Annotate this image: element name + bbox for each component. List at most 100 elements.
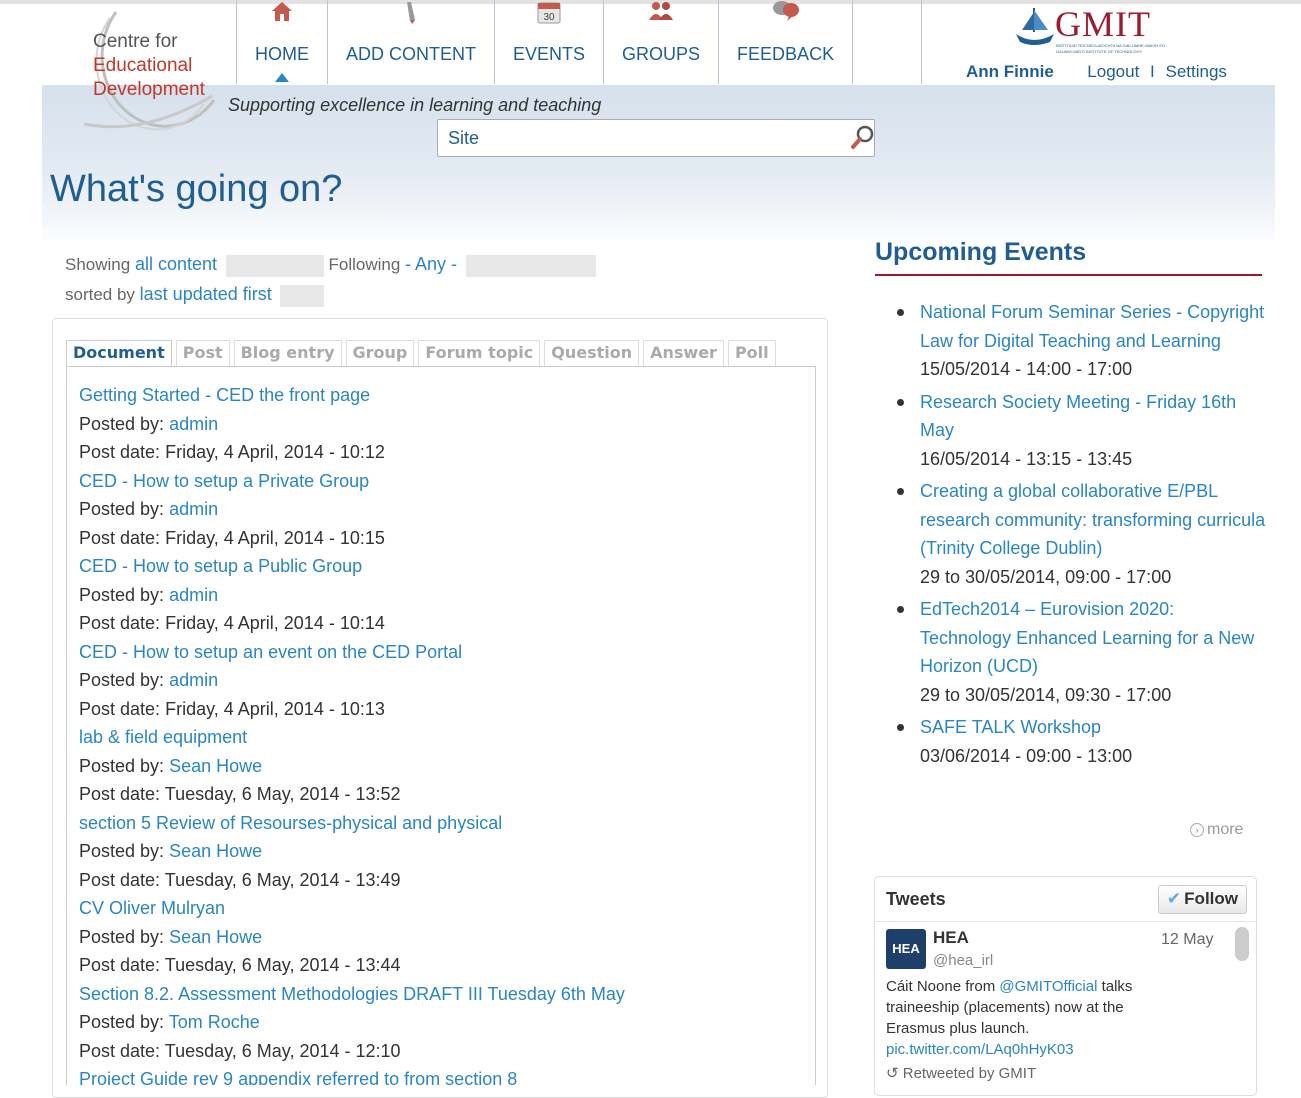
showing-label: Showing	[65, 255, 131, 274]
post-date-label: Post date:	[79, 527, 161, 548]
post-date: Friday, 4 April, 2014 - 10:15	[165, 527, 385, 548]
author-link[interactable]: admin	[169, 670, 218, 690]
tab-blog-entry[interactable]: Blog entry	[233, 340, 342, 367]
active-caret-icon	[275, 73, 289, 82]
user-name[interactable]: Ann Finnie	[966, 62, 1054, 81]
document-title-link[interactable]: lab & field equipment	[79, 727, 247, 747]
sort-order-select[interactable]	[280, 284, 325, 307]
tab-document[interactable]: Document	[66, 340, 172, 367]
tweet-text: Cáit Noone from @GMITOfficial talks trai…	[886, 976, 1186, 1060]
author-link[interactable]: admin	[169, 414, 218, 434]
header-band	[42, 85, 1275, 240]
gmit-logo[interactable]: GMIT INSTITIÚID TEICNEOLAÍOCHTA NA GAILL…	[1012, 4, 1212, 56]
author-link[interactable]: Sean Howe	[169, 927, 262, 947]
search-box	[437, 119, 875, 157]
tweet-author-handle[interactable]: @hea_irl	[933, 952, 993, 969]
nav-groups[interactable]: GROUPS	[603, 0, 718, 84]
document-title-link[interactable]: Section 8.2. Assessment Methodologies DR…	[79, 984, 625, 1004]
document-title-link[interactable]: CED - How to setup a Public Group	[79, 556, 362, 576]
settings-link[interactable]: Settings	[1166, 62, 1227, 81]
author-link[interactable]: admin	[169, 585, 218, 605]
event-item: Research Society Meeting - Friday 16th M…	[897, 388, 1267, 474]
event-title-link[interactable]: SAFE TALK Workshop	[920, 717, 1101, 737]
event-date: 15/05/2014 - 14:00 - 17:00	[920, 359, 1133, 379]
author-link[interactable]: Tom Roche	[169, 1012, 260, 1032]
site-tagline: Supporting excellence in learning and te…	[228, 95, 602, 115]
posted-by-label: Posted by:	[79, 499, 165, 519]
pencil-icon	[396, 0, 426, 30]
tab-question[interactable]: Question	[544, 340, 640, 367]
nav-feedback-label: FEEDBACK	[737, 44, 835, 64]
tab-answer[interactable]: Answer	[643, 340, 724, 367]
tab-poll[interactable]: Poll	[727, 340, 776, 367]
posted-by-label: Posted by:	[79, 413, 165, 434]
tweets-widget: Tweets ✔ Follow HEA HEA @hea_irl 12 May C…	[874, 876, 1257, 1096]
posted-by-label: Posted by:	[79, 670, 165, 690]
nav-home-label: HOME	[255, 44, 309, 64]
event-title-link[interactable]: Research Society Meeting - Friday 16th M…	[920, 392, 1236, 441]
sorted-label: sorted by	[65, 285, 135, 304]
bullet-icon	[897, 724, 904, 731]
event-item: SAFE TALK Workshop 03/06/2014 - 09:00 - …	[897, 713, 1267, 770]
document-title-link[interactable]: CED - How to setup an event on the CED P…	[79, 642, 462, 662]
follow-button[interactable]: ✔ Follow	[1157, 885, 1247, 914]
post-date: Tuesday, 6 May, 2014 - 13:49	[164, 869, 401, 890]
document-title-link[interactable]: CED - How to setup a Private Group	[79, 471, 369, 491]
event-title-link[interactable]: National Forum Seminar Series - Copyrigh…	[920, 302, 1264, 351]
document-title-link[interactable]: Project Guide rev 9 appendix referred to…	[79, 1069, 517, 1085]
upcoming-events-title: Upcoming Events	[875, 238, 1087, 266]
chevron-right-circle-icon: ›	[1190, 823, 1204, 837]
bullet-icon	[897, 398, 904, 406]
nav-add-content[interactable]: ADD CONTENT	[327, 0, 494, 84]
tweet-date[interactable]: 12 May	[1161, 931, 1213, 949]
event-item: EdTech2014 – Eurovision 2020: Technology…	[897, 595, 1267, 709]
event-date: 29 to 30/05/2014, 09:00 - 17:00	[920, 566, 1172, 587]
bullet-icon	[897, 309, 904, 316]
bullet-icon	[897, 606, 904, 613]
logout-link[interactable]: Logout	[1087, 62, 1139, 81]
showing-filter-select[interactable]	[225, 254, 324, 277]
event-date: 16/05/2014 - 13:15 - 13:45	[920, 448, 1133, 469]
document-title-link[interactable]: CV Oliver Mulryan	[79, 898, 225, 918]
post-date: Friday, 4 April, 2014 - 10:12	[165, 442, 385, 462]
document-list: Getting Started - CED the front page Pos…	[79, 381, 625, 1085]
more-events-link[interactable]: › more	[1190, 821, 1243, 839]
nav-divider	[921, 0, 922, 84]
author-link[interactable]: Sean Howe	[169, 756, 262, 776]
tab-post[interactable]: Post	[175, 340, 230, 367]
following-filter-link[interactable]: - Any -	[405, 254, 457, 274]
logo-line-2: Educational	[93, 55, 193, 76]
tweet-pic-link[interactable]: pic.twitter.com/LAq0hHyK03	[886, 1041, 1074, 1058]
tweets-header: Tweets	[886, 889, 946, 909]
event-title-link[interactable]: EdTech2014 – Eurovision 2020: Technology…	[920, 599, 1254, 676]
tab-forum-topic[interactable]: Forum topic	[418, 340, 541, 367]
document-title-link[interactable]: section 5 Review of Resourses-physical a…	[79, 813, 502, 833]
tab-group[interactable]: Group	[345, 340, 415, 367]
upcoming-events-rule	[875, 274, 1262, 276]
document-title-link[interactable]: Getting Started - CED the front page	[79, 385, 370, 405]
gmit-subtitle-english: GALWAY-MAYO INSTITUTE OF TECHNOLOGY	[1056, 49, 1143, 54]
author-link[interactable]: admin	[169, 499, 218, 519]
nav-events[interactable]: 30 EVENTS	[494, 0, 603, 84]
event-title-link[interactable]: Creating a global collaborative E/PBL re…	[920, 481, 1265, 558]
tweet-mention-link[interactable]: @GMITOfficial	[999, 978, 1097, 995]
gmit-ship-icon	[1016, 8, 1054, 45]
ced-logo[interactable]: Centre for Educational Development	[54, 4, 224, 132]
following-filter-select[interactable]	[465, 254, 596, 277]
nav-home[interactable]: HOME	[236, 0, 327, 84]
nav-feedback[interactable]: FEEDBACK	[718, 0, 854, 84]
tweet-author-name[interactable]: HEA	[933, 928, 969, 948]
avatar[interactable]: HEA	[886, 929, 926, 969]
post-date-label: Post date:	[79, 1040, 161, 1061]
nav-add-content-label: ADD CONTENT	[346, 44, 476, 64]
user-menu-separator: I	[1150, 62, 1155, 81]
tweets-scrollbar[interactable]	[1235, 927, 1249, 961]
logo-line-3: Development	[93, 79, 205, 100]
author-link[interactable]: Sean Howe	[169, 841, 262, 861]
post-date-label: Post date:	[79, 955, 161, 975]
search-input[interactable]	[448, 128, 838, 149]
nav-groups-label: GROUPS	[622, 44, 701, 64]
showing-filter-link[interactable]: all content	[135, 254, 217, 274]
search-icon[interactable]	[850, 124, 876, 150]
sort-order-link[interactable]: last updated first	[140, 284, 272, 304]
